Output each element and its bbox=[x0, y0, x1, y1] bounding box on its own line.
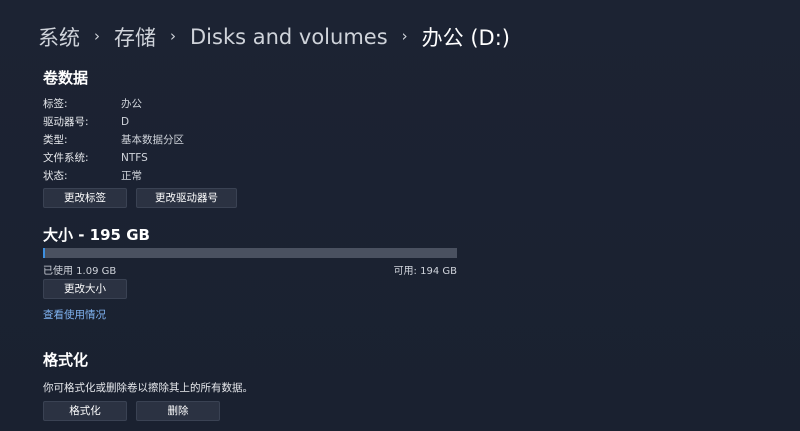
chevron-right-icon: › bbox=[401, 27, 408, 45]
property-value: NTFS bbox=[121, 152, 148, 164]
chevron-right-icon: › bbox=[170, 27, 176, 45]
view-usage-link[interactable]: 查看使用情况 bbox=[43, 307, 106, 322]
chevron-right-icon: › bbox=[94, 27, 100, 45]
property-label: 文件系统: bbox=[43, 152, 89, 164]
format-description: 你可格式化或删除卷以擦除其上的所有数据。 bbox=[43, 382, 253, 394]
property-label: 标签: bbox=[43, 98, 68, 110]
breadcrumb-storage[interactable]: 存储 bbox=[114, 22, 156, 52]
breadcrumb-system[interactable]: 系统 bbox=[38, 22, 80, 52]
available-space-text: 可用: 194 GB bbox=[393, 266, 457, 277]
property-label: 驱动器号: bbox=[43, 116, 89, 128]
used-space-text: 已使用 1.09 GB bbox=[43, 266, 117, 277]
breadcrumb-current-volume: 办公 (D:) bbox=[421, 26, 510, 50]
property-value: 基本数据分区 bbox=[121, 134, 184, 146]
property-value: D bbox=[121, 116, 130, 128]
disk-properties-page: 系统 › 存储 › Disks and volumes › 办公 (D:) 卷数… bbox=[0, 0, 800, 431]
delete-button[interactable]: 删除 bbox=[136, 401, 220, 421]
format-button[interactable]: 格式化 bbox=[43, 401, 127, 421]
resize-button[interactable]: 更改大小 bbox=[43, 279, 127, 299]
property-value: 办公 bbox=[121, 98, 142, 110]
storage-usage-bar-fill bbox=[43, 248, 46, 258]
breadcrumb-disks-and-volumes[interactable]: Disks and volumes bbox=[190, 25, 388, 49]
property-value: 正常 bbox=[121, 170, 142, 182]
format-heading: 格式化 bbox=[43, 351, 89, 369]
volume-data-heading: 卷数据 bbox=[43, 69, 89, 87]
property-label: 状态: bbox=[43, 170, 68, 182]
change-drive-letter-button[interactable]: 更改驱动器号 bbox=[136, 188, 237, 208]
change-label-button[interactable]: 更改标签 bbox=[43, 188, 127, 208]
size-heading: 大小 - 195 GB bbox=[43, 226, 150, 244]
property-label: 类型: bbox=[43, 134, 68, 146]
storage-usage-bar bbox=[43, 248, 457, 258]
breadcrumb: 系统 › 存储 › Disks and volumes › 办公 (D:) bbox=[38, 20, 510, 54]
